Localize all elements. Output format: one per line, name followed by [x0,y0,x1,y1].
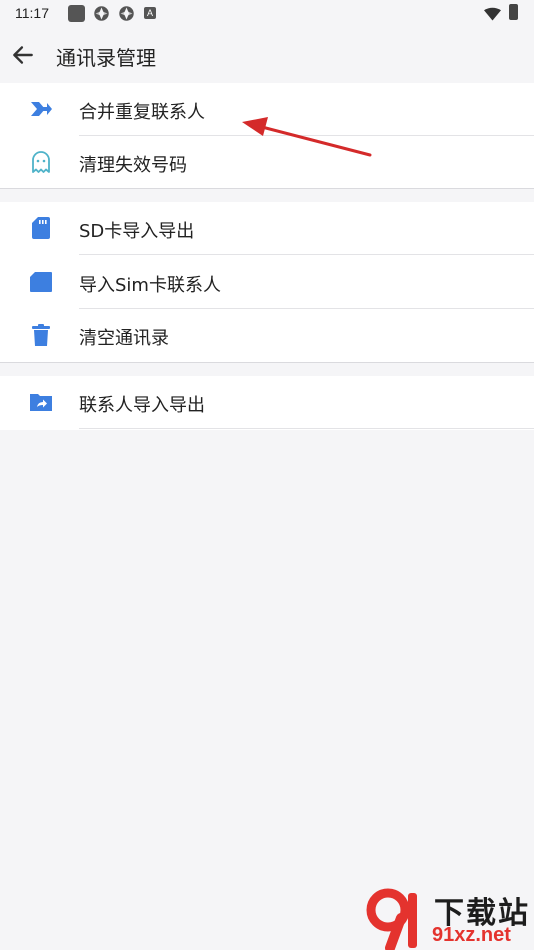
menu-item-import-sim-contacts[interactable]: 导入Sim卡联系人 [0,256,534,309]
group-divider [0,188,534,189]
notification-aperture-icon [94,6,109,21]
site-logo-icon [366,888,417,950]
menu-item-label: 清理失效号码 [79,155,187,176]
menu-item-contacts-import-export[interactable]: 联系人导入导出 [0,376,534,429]
menu-item-label: SD卡导入导出 [79,221,195,242]
menu-item-sd-card-import-export[interactable]: SD卡导入导出 [0,202,534,255]
settings-group-cleanup: 合并重复联系人 清理失效号码 [0,83,534,188]
menu-item-clear-contacts[interactable]: 清空通讯录 [0,309,534,362]
battery-icon [509,4,518,20]
folder-share-icon [30,394,52,411]
ghost-icon [32,151,50,173]
menu-item-label: 清空通讯录 [79,328,169,349]
divider [79,254,534,255]
sim-card-icon [30,272,52,292]
menu-item-label: 导入Sim卡联系人 [79,275,221,296]
notification-a-icon: A [144,7,156,19]
notification-square-icon [68,5,85,22]
page-title: 通讯录管理 [56,46,156,70]
status-bar: 11:17 A [0,0,534,28]
watermark-url: 91xz.net [432,924,511,946]
menu-item-clean-invalid-numbers[interactable]: 清理失效号码 [0,136,534,189]
notification-aperture-icon [119,6,134,21]
settings-group-export: 联系人导入导出 [0,376,534,430]
back-arrow-icon[interactable] [10,42,36,68]
menu-item-label: 联系人导入导出 [79,395,205,416]
trash-icon [32,324,50,346]
menu-item-label: 合并重复联系人 [79,102,205,123]
watermark: 下载站 91xz.net [366,888,534,950]
group-divider [0,362,534,363]
status-time: 11:17 [15,5,49,21]
menu-item-merge-duplicates[interactable]: 合并重复联系人 [0,83,534,136]
wifi-icon [484,7,501,21]
merge-arrow-icon [31,102,52,116]
app-bar: 通讯录管理 [0,28,534,82]
settings-group-import: SD卡导入导出 导入Sim卡联系人 清空通讯录 [0,202,534,362]
divider [79,428,534,429]
sd-card-icon [32,217,50,239]
